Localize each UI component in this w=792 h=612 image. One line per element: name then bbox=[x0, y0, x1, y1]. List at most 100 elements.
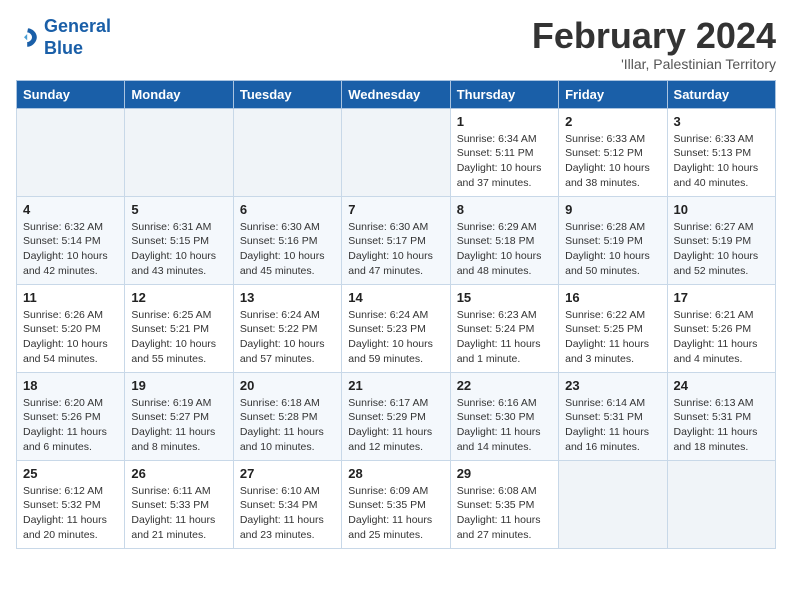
logo: General Blue bbox=[16, 16, 111, 59]
calendar-cell: 10 Sunrise: 6:27 AM Sunset: 5:19 PM Dayli… bbox=[667, 196, 775, 284]
calendar-cell: 1 Sunrise: 6:34 AM Sunset: 5:11 PM Daylig… bbox=[450, 108, 558, 196]
calendar-cell: 25 Sunrise: 6:12 AM Sunset: 5:32 PM Dayli… bbox=[17, 460, 125, 548]
day-number: 1 bbox=[457, 114, 552, 129]
header-saturday: Saturday bbox=[667, 80, 775, 108]
header-monday: Monday bbox=[125, 80, 233, 108]
calendar-cell: 3 Sunrise: 6:33 AM Sunset: 5:13 PM Daylig… bbox=[667, 108, 775, 196]
day-number: 9 bbox=[565, 202, 660, 217]
calendar-cell: 13 Sunrise: 6:24 AM Sunset: 5:22 PM Dayli… bbox=[233, 284, 341, 372]
day-info: Sunrise: 6:23 AM Sunset: 5:24 PM Dayligh… bbox=[457, 308, 552, 367]
calendar-cell bbox=[667, 460, 775, 548]
day-number: 29 bbox=[457, 466, 552, 481]
day-info: Sunrise: 6:31 AM Sunset: 5:15 PM Dayligh… bbox=[131, 220, 226, 279]
day-info: Sunrise: 6:17 AM Sunset: 5:29 PM Dayligh… bbox=[348, 396, 443, 455]
logo-icon bbox=[16, 26, 40, 50]
calendar-cell: 19 Sunrise: 6:19 AM Sunset: 5:27 PM Dayli… bbox=[125, 372, 233, 460]
header-friday: Friday bbox=[559, 80, 667, 108]
logo-text: General Blue bbox=[44, 16, 111, 59]
calendar-cell: 5 Sunrise: 6:31 AM Sunset: 5:15 PM Daylig… bbox=[125, 196, 233, 284]
calendar-cell: 21 Sunrise: 6:17 AM Sunset: 5:29 PM Dayli… bbox=[342, 372, 450, 460]
calendar-cell: 2 Sunrise: 6:33 AM Sunset: 5:12 PM Daylig… bbox=[559, 108, 667, 196]
month-title: February 2024 bbox=[532, 16, 776, 56]
calendar-cell: 17 Sunrise: 6:21 AM Sunset: 5:26 PM Dayli… bbox=[667, 284, 775, 372]
day-number: 10 bbox=[674, 202, 769, 217]
day-info: Sunrise: 6:30 AM Sunset: 5:16 PM Dayligh… bbox=[240, 220, 335, 279]
day-info: Sunrise: 6:14 AM Sunset: 5:31 PM Dayligh… bbox=[565, 396, 660, 455]
calendar-cell: 18Sunrise: 6:20 AM Sunset: 5:26 PM Dayli… bbox=[17, 372, 125, 460]
day-info: Sunrise: 6:34 AM Sunset: 5:11 PM Dayligh… bbox=[457, 132, 552, 191]
day-info: Sunrise: 6:32 AM Sunset: 5:14 PM Dayligh… bbox=[23, 220, 118, 279]
day-info: Sunrise: 6:29 AM Sunset: 5:18 PM Dayligh… bbox=[457, 220, 552, 279]
day-info: Sunrise: 6:28 AM Sunset: 5:19 PM Dayligh… bbox=[565, 220, 660, 279]
day-number: 21 bbox=[348, 378, 443, 393]
day-info: Sunrise: 6:10 AM Sunset: 5:34 PM Dayligh… bbox=[240, 484, 335, 543]
day-number: 20 bbox=[240, 378, 335, 393]
day-number: 18 bbox=[23, 378, 118, 393]
day-info: Sunrise: 6:12 AM Sunset: 5:32 PM Dayligh… bbox=[23, 484, 118, 543]
day-number: 27 bbox=[240, 466, 335, 481]
day-number: 5 bbox=[131, 202, 226, 217]
calendar-cell: 14Sunrise: 6:24 AM Sunset: 5:23 PM Dayli… bbox=[342, 284, 450, 372]
location-subtitle: 'Illar, Palestinian Territory bbox=[532, 56, 776, 72]
day-number: 26 bbox=[131, 466, 226, 481]
day-number: 3 bbox=[674, 114, 769, 129]
calendar-week-3: 11 Sunrise: 6:26 AM Sunset: 5:20 PM Dayli… bbox=[17, 284, 776, 372]
calendar-cell bbox=[233, 108, 341, 196]
calendar-week-1: 1 Sunrise: 6:34 AM Sunset: 5:11 PM Daylig… bbox=[17, 108, 776, 196]
calendar-cell bbox=[559, 460, 667, 548]
header-sunday: Sunday bbox=[17, 80, 125, 108]
day-info: Sunrise: 6:27 AM Sunset: 5:19 PM Dayligh… bbox=[674, 220, 769, 279]
day-info: Sunrise: 6:24 AM Sunset: 5:22 PM Dayligh… bbox=[240, 308, 335, 367]
day-number: 17 bbox=[674, 290, 769, 305]
day-info: Sunrise: 6:33 AM Sunset: 5:12 PM Dayligh… bbox=[565, 132, 660, 191]
calendar-cell: 20 Sunrise: 6:18 AM Sunset: 5:28 PM Dayli… bbox=[233, 372, 341, 460]
day-info: Sunrise: 6:24 AM Sunset: 5:23 PM Dayligh… bbox=[348, 308, 443, 367]
header-thursday: Thursday bbox=[450, 80, 558, 108]
logo-line1: General bbox=[44, 16, 111, 36]
day-info: Sunrise: 6:11 AM Sunset: 5:33 PM Dayligh… bbox=[131, 484, 226, 543]
day-number: 19 bbox=[131, 378, 226, 393]
calendar-cell bbox=[125, 108, 233, 196]
day-number: 4 bbox=[23, 202, 118, 217]
day-info: Sunrise: 6:16 AM Sunset: 5:30 PM Dayligh… bbox=[457, 396, 552, 455]
day-number: 2 bbox=[565, 114, 660, 129]
calendar-week-4: 18Sunrise: 6:20 AM Sunset: 5:26 PM Dayli… bbox=[17, 372, 776, 460]
day-info: Sunrise: 6:09 AM Sunset: 5:35 PM Dayligh… bbox=[348, 484, 443, 543]
calendar-cell: 29 Sunrise: 6:08 AM Sunset: 5:35 PM Dayli… bbox=[450, 460, 558, 548]
calendar-cell: 23Sunrise: 6:14 AM Sunset: 5:31 PM Dayli… bbox=[559, 372, 667, 460]
calendar-cell: 12 Sunrise: 6:25 AM Sunset: 5:21 PM Dayli… bbox=[125, 284, 233, 372]
day-number: 13 bbox=[240, 290, 335, 305]
calendar-cell: 24 Sunrise: 6:13 AM Sunset: 5:31 PM Dayli… bbox=[667, 372, 775, 460]
page-header: General Blue February 2024 'Illar, Pales… bbox=[16, 16, 776, 72]
calendar-cell: 27 Sunrise: 6:10 AM Sunset: 5:34 PM Dayli… bbox=[233, 460, 341, 548]
day-number: 22 bbox=[457, 378, 552, 393]
day-number: 12 bbox=[131, 290, 226, 305]
day-number: 11 bbox=[23, 290, 118, 305]
calendar-cell: 7 Sunrise: 6:30 AM Sunset: 5:17 PM Daylig… bbox=[342, 196, 450, 284]
calendar-cell: 22 Sunrise: 6:16 AM Sunset: 5:30 PM Dayli… bbox=[450, 372, 558, 460]
day-info: Sunrise: 6:25 AM Sunset: 5:21 PM Dayligh… bbox=[131, 308, 226, 367]
day-info: Sunrise: 6:26 AM Sunset: 5:20 PM Dayligh… bbox=[23, 308, 118, 367]
day-number: 7 bbox=[348, 202, 443, 217]
day-info: Sunrise: 6:08 AM Sunset: 5:35 PM Dayligh… bbox=[457, 484, 552, 543]
day-number: 8 bbox=[457, 202, 552, 217]
header-tuesday: Tuesday bbox=[233, 80, 341, 108]
calendar-cell: 11 Sunrise: 6:26 AM Sunset: 5:20 PM Dayli… bbox=[17, 284, 125, 372]
day-info: Sunrise: 6:19 AM Sunset: 5:27 PM Dayligh… bbox=[131, 396, 226, 455]
day-info: Sunrise: 6:21 AM Sunset: 5:26 PM Dayligh… bbox=[674, 308, 769, 367]
calendar-cell bbox=[17, 108, 125, 196]
day-number: 6 bbox=[240, 202, 335, 217]
day-info: Sunrise: 6:30 AM Sunset: 5:17 PM Dayligh… bbox=[348, 220, 443, 279]
calendar-cell bbox=[342, 108, 450, 196]
day-info: Sunrise: 6:18 AM Sunset: 5:28 PM Dayligh… bbox=[240, 396, 335, 455]
calendar-cell: 9 Sunrise: 6:28 AM Sunset: 5:19 PM Daylig… bbox=[559, 196, 667, 284]
day-number: 28 bbox=[348, 466, 443, 481]
day-number: 25 bbox=[23, 466, 118, 481]
day-number: 24 bbox=[674, 378, 769, 393]
calendar-header-row: SundayMondayTuesdayWednesdayThursdayFrid… bbox=[17, 80, 776, 108]
calendar-week-2: 4 Sunrise: 6:32 AM Sunset: 5:14 PM Daylig… bbox=[17, 196, 776, 284]
day-info: Sunrise: 6:22 AM Sunset: 5:25 PM Dayligh… bbox=[565, 308, 660, 367]
day-info: Sunrise: 6:33 AM Sunset: 5:13 PM Dayligh… bbox=[674, 132, 769, 191]
day-info: Sunrise: 6:13 AM Sunset: 5:31 PM Dayligh… bbox=[674, 396, 769, 455]
day-number: 16 bbox=[565, 290, 660, 305]
